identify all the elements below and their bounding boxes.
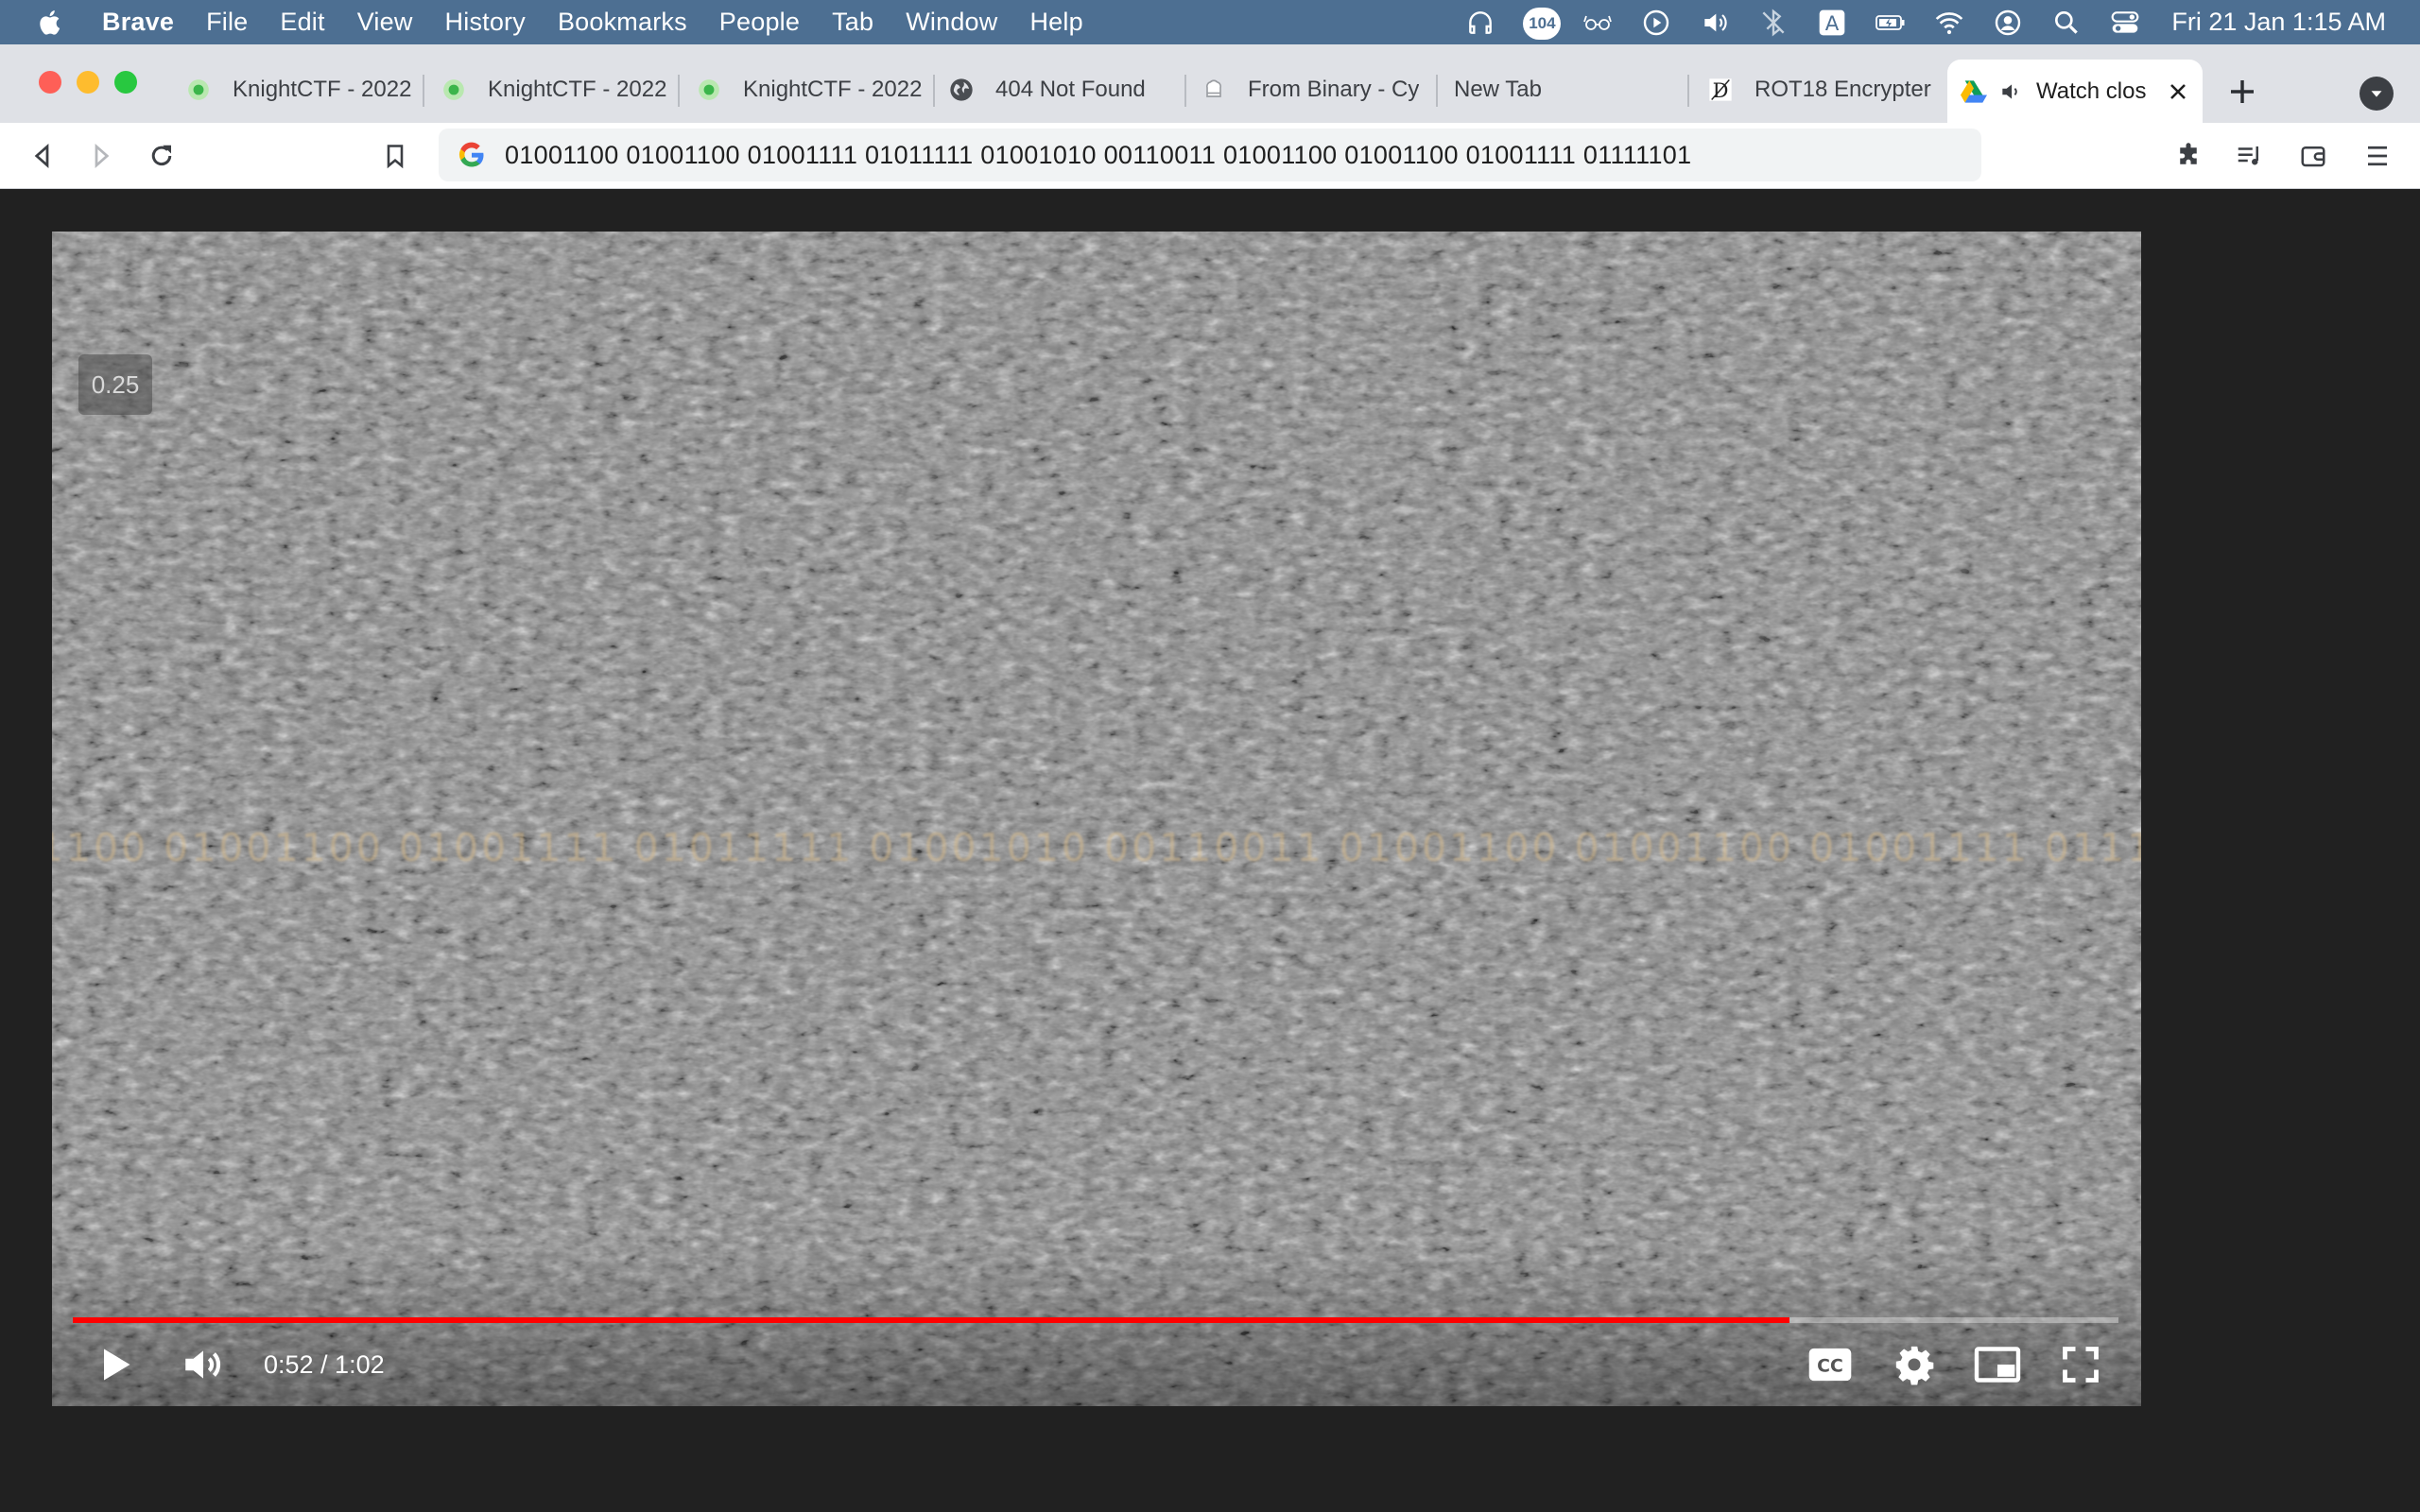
menu-view[interactable]: View	[357, 8, 413, 37]
tab-close-icon[interactable]	[2165, 78, 2191, 105]
volume-button[interactable]	[173, 1335, 233, 1394]
tab-new-tab[interactable]: New Tab	[1454, 63, 1681, 116]
tab-from-binary-cyberchef[interactable]: From Binary - Cy	[1201, 63, 1429, 116]
google-search-engine-icon	[456, 139, 488, 171]
apple-menu-icon[interactable]	[25, 0, 78, 44]
spotlight-search-icon[interactable]	[2037, 0, 2096, 44]
miniplayer-icon[interactable]	[1967, 1335, 2028, 1394]
knightctf-favicon-icon	[696, 77, 722, 103]
control-center-icon[interactable]	[2096, 0, 2154, 44]
svg-text:A: A	[1825, 12, 1840, 36]
tab-separator	[1184, 75, 1186, 107]
browser-toolbar: 01001100 01001100 01001111 01011111 0100…	[0, 123, 2420, 189]
fullscreen-icon[interactable]	[2050, 1335, 2111, 1394]
knightctf-favicon-icon	[185, 77, 212, 103]
tab-knightctf-2[interactable]: KnightCTF - 2022	[441, 63, 675, 116]
tab-knightctf-3[interactable]: KnightCTF - 2022	[696, 63, 930, 116]
menu-help[interactable]: Help	[1029, 8, 1082, 37]
menubar-clock[interactable]: Fri 21 Jan 1:15 AM	[2171, 8, 2386, 37]
extensions-icon[interactable]	[2167, 134, 2210, 178]
menu-window[interactable]: Window	[906, 8, 997, 37]
window-minimize-button[interactable]	[77, 71, 99, 94]
video-progress-bar[interactable]	[73, 1317, 2118, 1323]
menu-tab[interactable]: Tab	[832, 8, 873, 37]
reading-glasses-icon[interactable]	[1568, 0, 1627, 44]
tab-label: From Binary - Cy	[1248, 77, 1420, 102]
reload-button[interactable]	[140, 134, 183, 178]
menu-people[interactable]: People	[719, 8, 800, 37]
play-circle-icon[interactable]	[1627, 0, 1685, 44]
tab-separator	[1687, 75, 1689, 107]
tab-separator	[1436, 75, 1438, 107]
tab-separator	[678, 75, 680, 107]
cyberchef-favicon-icon	[1201, 77, 1227, 103]
bluetooth-off-icon[interactable]	[1744, 0, 1803, 44]
tab-label: Watch clos	[2036, 77, 2147, 104]
settings-gear-icon[interactable]	[1886, 1335, 1943, 1394]
volume-icon[interactable]	[1685, 0, 1744, 44]
headphones-icon[interactable]	[1451, 0, 1510, 44]
tab-separator	[423, 75, 424, 107]
notification-count: 104	[1523, 8, 1562, 40]
tab-knightctf-1[interactable]: KnightCTF - 2022	[185, 63, 420, 116]
globe-icon	[948, 77, 975, 103]
tab-label: KnightCTF - 2022	[233, 77, 412, 102]
new-tab-button[interactable]	[2223, 73, 2261, 111]
menu-edit[interactable]: Edit	[280, 8, 324, 37]
tab-search-button[interactable]	[2360, 77, 2394, 111]
wifi-icon[interactable]	[1920, 0, 1979, 44]
media-queue-icon[interactable]	[2227, 134, 2271, 178]
tab-audio-icon[interactable]	[1998, 79, 2023, 104]
menu-app-name[interactable]: Brave	[102, 8, 174, 37]
tab-label: KnightCTF - 2022	[743, 77, 923, 102]
page-content: 0.25 01001100 01001100 01001111 01011111…	[0, 189, 2420, 1512]
dcode-favicon-icon: D	[1707, 77, 1734, 103]
tab-label: New Tab	[1454, 77, 1542, 102]
user-account-icon[interactable]	[1979, 0, 2037, 44]
video-binary-overlay-text: 01001100 01001100 01001111 01011111 0100…	[52, 825, 2141, 870]
window-zoom-button[interactable]	[114, 71, 137, 94]
battery-icon[interactable]	[1861, 0, 1920, 44]
forward-button[interactable]	[79, 134, 123, 178]
playback-speed-badge: 0.25	[78, 354, 152, 415]
video-progress-played	[73, 1317, 1789, 1323]
captions-button[interactable]: CC	[1803, 1335, 1858, 1394]
wallet-icon[interactable]	[2291, 134, 2335, 178]
window-close-button[interactable]	[39, 71, 61, 94]
browser-tab-strip: KnightCTF - 2022 KnightCTF - 2022 Knight…	[0, 44, 2420, 123]
tab-label: ROT18 Encrypter	[1754, 77, 1931, 102]
input-source-icon[interactable]: A	[1803, 0, 1861, 44]
svg-text:CC: CC	[1817, 1357, 1843, 1377]
tab-label: 404 Not Found	[995, 77, 1146, 102]
video-player[interactable]: 0.25 01001100 01001100 01001111 01011111…	[52, 232, 2141, 1406]
tab-label: KnightCTF - 2022	[488, 77, 667, 102]
menu-file[interactable]: File	[206, 8, 248, 37]
macos-menu-bar: Brave File Edit View History Bookmarks P…	[0, 0, 2420, 44]
google-drive-favicon-icon	[1961, 78, 1987, 105]
status-area: 104 A Fri 21 Jan 1:15 AM	[1451, 0, 2420, 44]
back-button[interactable]	[21, 134, 64, 178]
menu-bookmarks[interactable]: Bookmarks	[558, 8, 687, 37]
tab-rot18-encrypter[interactable]: D ROT18 Encrypter	[1707, 63, 1934, 116]
video-time-text: 0:52 / 1:02	[264, 1349, 385, 1379]
notification-badge-icon[interactable]: 104	[1510, 0, 1568, 44]
tab-404-not-found[interactable]: 404 Not Found	[948, 63, 1183, 116]
tab-separator	[933, 75, 935, 107]
play-button[interactable]	[88, 1335, 141, 1394]
video-time-display: 0:52 / 1:02	[264, 1335, 385, 1394]
knightctf-favicon-icon	[441, 77, 467, 103]
bookmark-icon[interactable]	[373, 134, 417, 178]
menu-history[interactable]: History	[445, 8, 526, 37]
address-bar[interactable]: 01001100 01001100 01001111 01011111 0100…	[439, 129, 1981, 181]
main-menu-icon[interactable]	[2356, 134, 2399, 178]
address-bar-text[interactable]: 01001100 01001100 01001111 01011111 0100…	[505, 141, 1691, 170]
